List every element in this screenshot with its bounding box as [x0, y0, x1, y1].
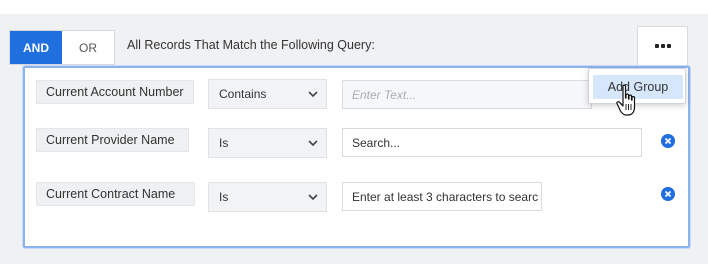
logic-toggle: AND OR	[9, 30, 115, 65]
and-toggle-button[interactable]: AND	[10, 31, 62, 64]
operator-select-contract-name[interactable]: Is	[208, 182, 327, 212]
more-options-button[interactable]	[637, 26, 688, 66]
remove-row-button[interactable]	[661, 187, 675, 201]
close-icon	[664, 190, 672, 198]
operator-value: Contains	[219, 87, 267, 101]
provider-name-search-input[interactable]: Search...	[342, 128, 642, 157]
chevron-down-icon	[308, 140, 318, 147]
field-label-contract-name: Current Contract Name	[36, 182, 195, 206]
field-label-provider-name: Current Provider Name	[36, 128, 189, 152]
remove-row-button[interactable]	[661, 134, 675, 148]
or-toggle-button[interactable]: OR	[62, 31, 114, 64]
operator-value: Is	[219, 136, 229, 150]
operator-value: Is	[219, 190, 229, 204]
chevron-down-icon	[308, 91, 318, 98]
operator-select-account-number[interactable]: Contains	[208, 79, 327, 109]
chevron-down-icon	[308, 194, 318, 201]
ellipsis-icon	[654, 44, 671, 48]
query-title: All Records That Match the Following Que…	[127, 38, 375, 52]
contract-name-search-input[interactable]: Enter at least 3 characters to searc	[342, 182, 542, 211]
close-icon	[664, 137, 672, 145]
field-label-account-number: Current Account Number	[36, 80, 194, 104]
operator-select-provider-name[interactable]: Is	[208, 128, 327, 158]
hand-cursor-icon	[616, 84, 636, 116]
account-number-input[interactable]: Enter Text...	[342, 80, 592, 109]
